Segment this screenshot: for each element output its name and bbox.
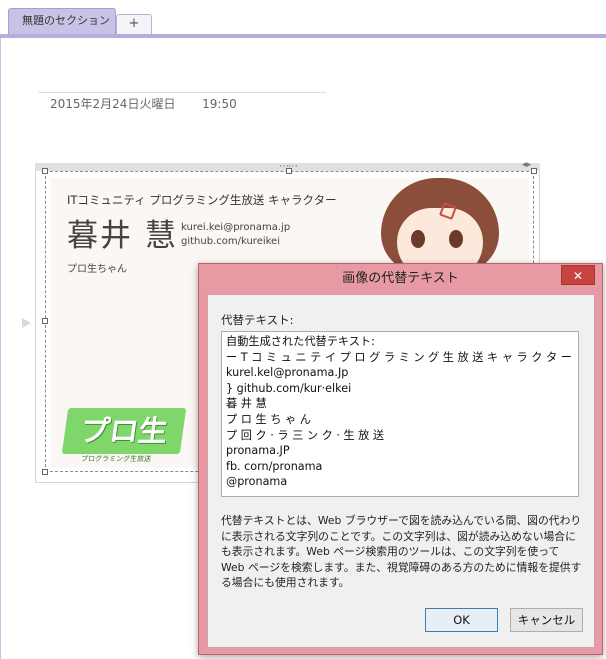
resize-handle-top-right[interactable] — [531, 168, 537, 174]
dialog-title: 画像の代替テキスト — [342, 271, 459, 286]
title-underline — [38, 92, 326, 93]
alt-text-dialog: 画像の代替テキスト ✕ 代替テキスト: 自動生成された代替テキスト: ー T コ… — [198, 263, 603, 655]
page-date: 2015年2月24日火曜日 — [50, 97, 176, 111]
alt-text-field[interactable]: 自動生成された代替テキスト: ー T コ ミ ュ ニ テ イ プ ロ グ ラ ミ… — [221, 331, 579, 497]
resize-handle-left[interactable] — [42, 318, 48, 324]
dialog-body: 代替テキスト: 自動生成された代替テキスト: ー T コ ミ ュ ニ テ イ プ… — [207, 294, 595, 648]
paragraph-handle-icon[interactable] — [22, 318, 31, 328]
alt-text-description: 代替テキストとは、Web ブラウザーで図を読み込んでいる間、図の代わりに表示され… — [221, 514, 582, 589]
page-left-border — [0, 38, 1, 659]
section-tab-bar: 無題のセクション + — [0, 0, 606, 38]
resize-handle-top-left[interactable] — [42, 168, 48, 174]
cancel-button[interactable]: キャンセル — [510, 608, 583, 632]
close-icon: ✕ — [572, 269, 584, 283]
resize-handle-top[interactable] — [286, 168, 292, 174]
page-datetime: 2015年2月24日火曜日 19:50 — [50, 95, 237, 112]
section-tab-label: 無題のセクション — [22, 14, 110, 27]
page-time: 19:50 — [202, 97, 237, 111]
plus-icon: + — [128, 16, 140, 31]
tab-underline — [0, 34, 606, 38]
resize-handle-bottom-left[interactable] — [42, 469, 48, 475]
add-section-button[interactable]: + — [116, 14, 152, 34]
resize-arrows-icon[interactable]: ◂▸ — [522, 160, 531, 170]
close-button[interactable]: ✕ — [561, 265, 595, 285]
section-tab-untitled[interactable]: 無題のセクション — [8, 8, 116, 34]
alt-text-label: 代替テキスト: — [221, 313, 294, 327]
ok-button[interactable]: OK — [425, 608, 498, 632]
